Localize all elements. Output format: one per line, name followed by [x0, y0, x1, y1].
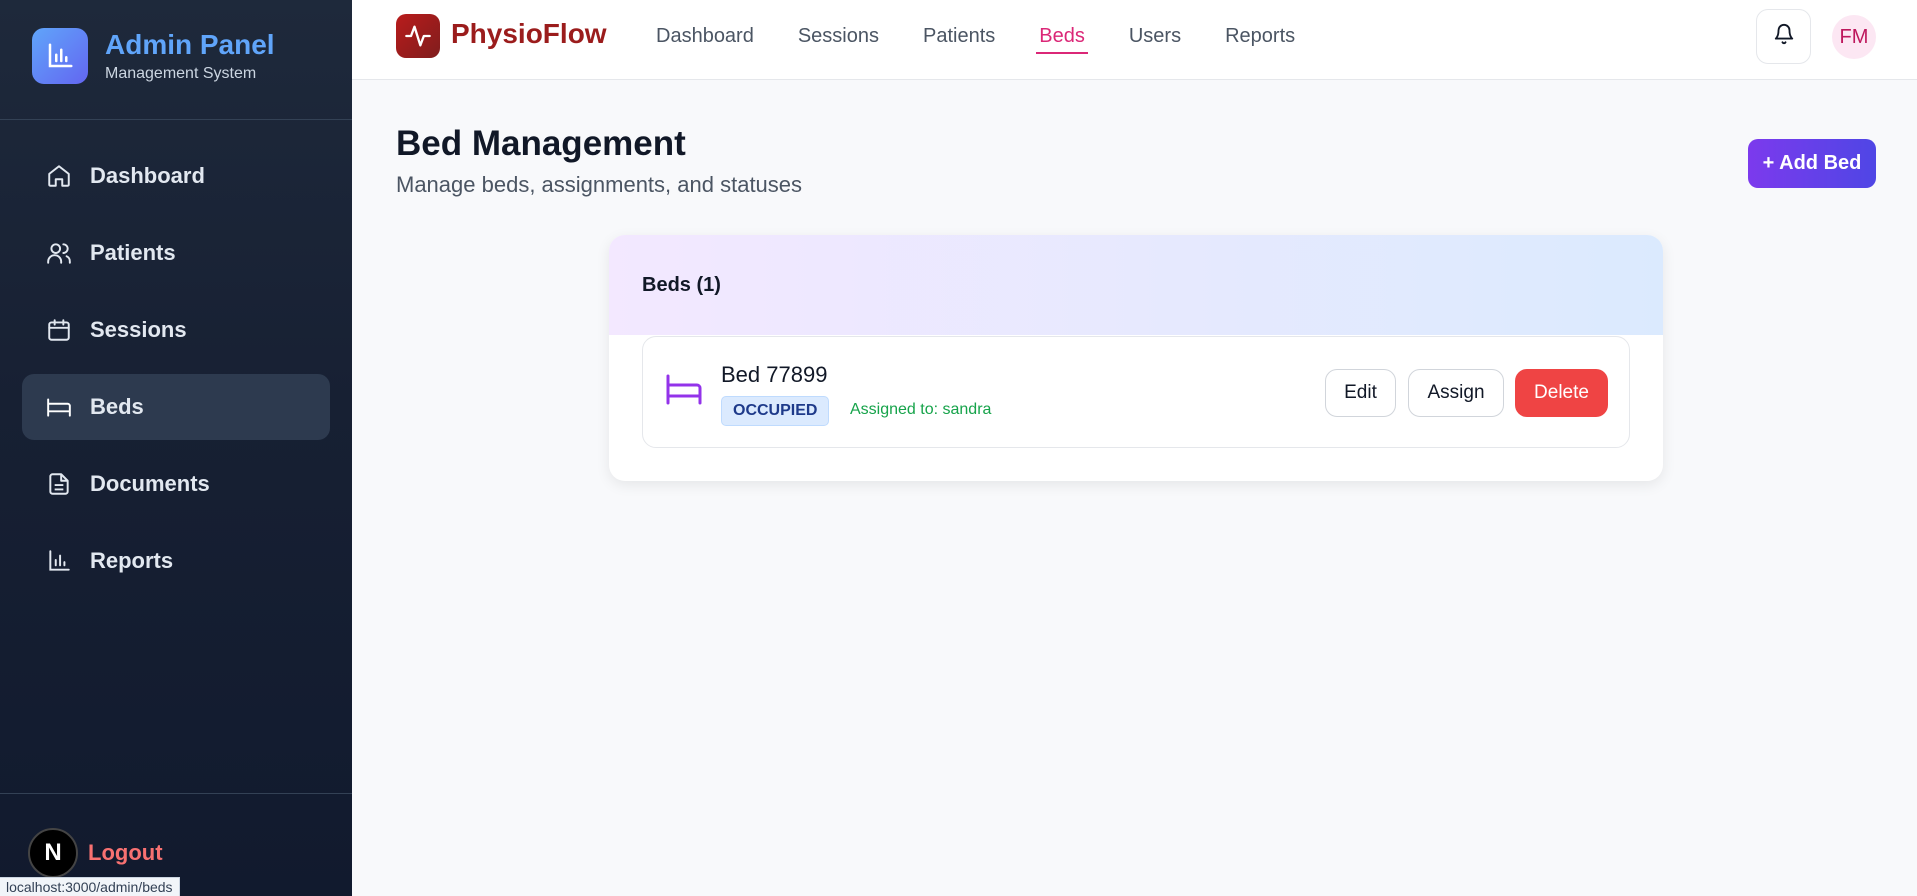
bed-icon [665, 373, 703, 405]
assign-button[interactable]: Assign [1408, 369, 1504, 417]
beds-card: Beds (1) Bed 77899 OCCUPIED Assigned to:… [609, 235, 1663, 481]
sidebar-item-label: Reports [90, 548, 174, 573]
assigned-to-text: Assigned to: sandra [850, 401, 992, 418]
bar-chart-logo-icon [32, 28, 88, 84]
page-title: Bed Management [396, 124, 686, 163]
top-nav-users[interactable]: Users [1129, 0, 1181, 80]
logout-label: Logout [88, 840, 163, 865]
logout-button[interactable]: N Logout [28, 828, 163, 878]
sidebar-item-patients[interactable]: Patients [22, 220, 330, 286]
notifications-button[interactable] [1756, 9, 1811, 64]
top-nav-sessions[interactable]: Sessions [798, 0, 879, 80]
sidebar-item-documents[interactable]: Documents [22, 451, 330, 517]
top-nav-beds[interactable]: Beds [1036, 0, 1088, 80]
top-bar: PhysioFlow Dashboard Sessions Patients B… [352, 0, 1917, 80]
sidebar-item-sessions[interactable]: Sessions [22, 297, 330, 363]
sidebar-nav: Dashboard Patients Sessions Beds Documen… [22, 143, 330, 605]
page-subtitle: Manage beds, assignments, and statuses [396, 172, 803, 197]
sidebar-divider [0, 119, 352, 120]
sidebar: Admin Panel Management System Dashboard … [0, 0, 352, 896]
status-bar-url: localhost:3000/admin/beds [0, 877, 180, 896]
sidebar-item-label: Beds [90, 394, 144, 419]
home-icon [44, 161, 74, 191]
sidebar-item-label: Documents [90, 471, 210, 496]
bar-chart-icon [44, 546, 74, 576]
bed-name: Bed 77899 [721, 362, 828, 387]
app-name[interactable]: PhysioFlow [451, 18, 607, 50]
sidebar-item-reports[interactable]: Reports [22, 528, 330, 594]
logout-badge: N [28, 828, 78, 878]
bell-icon [1773, 23, 1795, 50]
top-nav-patients[interactable]: Patients [923, 0, 995, 80]
users-icon [44, 238, 74, 268]
bed-icon [44, 392, 74, 422]
brand-subtitle: Management System [105, 65, 257, 82]
status-badge: OCCUPIED [721, 396, 830, 426]
heartbeat-logo-icon [396, 14, 440, 58]
beds-list-title: Beds (1) [642, 273, 721, 296]
user-avatar[interactable]: FM [1832, 15, 1876, 59]
edit-button[interactable]: Edit [1325, 369, 1396, 417]
sidebar-item-label: Sessions [90, 317, 187, 342]
sidebar-item-label: Patients [90, 240, 176, 265]
document-icon [44, 469, 74, 499]
sidebar-item-dashboard[interactable]: Dashboard [22, 143, 330, 209]
sidebar-brand: Admin Panel Management System [32, 28, 275, 84]
top-nav-dashboard[interactable]: Dashboard [656, 0, 754, 80]
beds-card-header: Beds (1) [609, 235, 1663, 335]
top-nav-reports[interactable]: Reports [1225, 0, 1295, 80]
add-bed-button[interactable]: + Add Bed [1748, 139, 1876, 188]
list-item: Bed 77899 OCCUPIED Assigned to: sandra E… [642, 336, 1630, 448]
delete-button[interactable]: Delete [1515, 369, 1608, 417]
calendar-icon [44, 315, 74, 345]
sidebar-item-label: Dashboard [90, 163, 205, 188]
brand-title: Admin Panel [105, 29, 275, 60]
sidebar-divider [0, 793, 352, 794]
sidebar-item-beds[interactable]: Beds [22, 374, 330, 440]
top-nav: Dashboard Sessions Patients Beds Users R… [656, 0, 1339, 80]
